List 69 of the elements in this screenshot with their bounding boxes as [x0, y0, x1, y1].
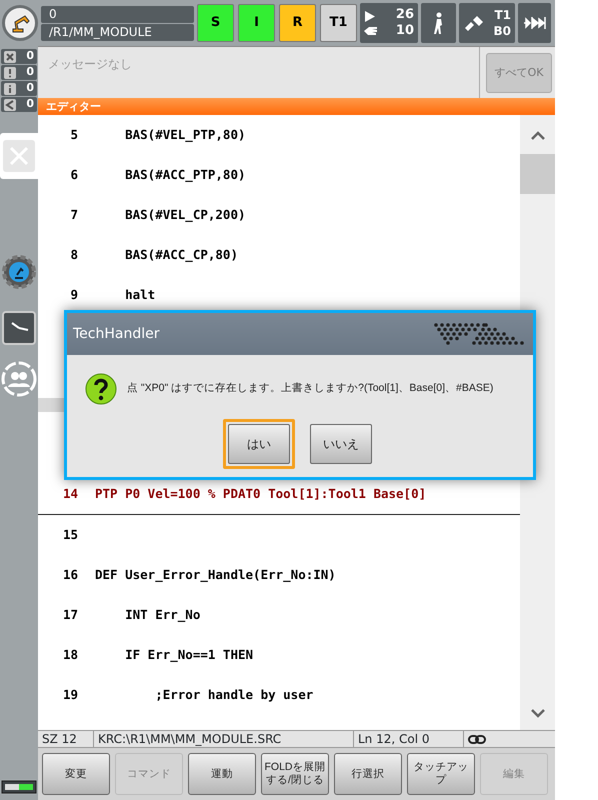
line-number: 18	[62, 646, 78, 664]
error-icon	[4, 50, 16, 62]
link-icon	[468, 734, 486, 744]
clock-icon[interactable]	[2, 311, 36, 345]
editor-title: エディター	[38, 98, 555, 115]
size-status: SZ 12	[38, 731, 94, 747]
override-panel[interactable]: 26 10	[360, 3, 418, 43]
code-line: ;Error handle by user	[154, 686, 314, 704]
program-path-field: /R1/MM_MODULE	[41, 24, 194, 40]
dialog-button[interactable]: いいえ	[310, 424, 372, 464]
code-line: halt	[124, 286, 156, 304]
dialog-button[interactable]: はい	[228, 424, 290, 464]
close-icon	[3, 140, 35, 172]
code-line: BAS(#VEL_PTP,80)	[124, 126, 246, 144]
status-button[interactable]: I	[238, 4, 275, 42]
message-counter[interactable]: 0	[1, 97, 37, 112]
line-number: 14	[62, 485, 78, 504]
line-number: 16	[62, 566, 78, 584]
warning-icon	[4, 66, 16, 78]
info-icon	[4, 82, 16, 94]
question-icon	[85, 373, 117, 405]
code-line: INT Err_No	[124, 606, 200, 624]
softkey-button[interactable]: 変更	[42, 753, 110, 795]
code-line: BAS(#ACC_PTP,80)	[124, 166, 246, 184]
jog-override-value: 10	[396, 23, 414, 39]
code-line: DEF User_Error_Handle(Err_No:IN)	[95, 566, 336, 584]
robot-gear-icon[interactable]	[2, 255, 36, 289]
softkey-button[interactable]: 運動	[188, 753, 256, 795]
tool-value: T1	[494, 7, 511, 23]
softkey-button[interactable]: FOLDを展開する/閉じる	[261, 753, 329, 795]
message-counter[interactable]: 0	[1, 49, 37, 64]
message-counter[interactable]: 0	[1, 65, 37, 80]
line-number: 15	[62, 526, 78, 544]
status-button[interactable]: S	[197, 4, 234, 42]
tool-icon	[463, 14, 485, 32]
scroll-up-icon[interactable]	[530, 131, 544, 140]
run-mode-button[interactable]	[518, 3, 551, 43]
line-number: 19	[62, 686, 78, 704]
message-counter[interactable]: 0	[1, 81, 37, 96]
cursor-position-status: Ln 12, Col 0	[354, 731, 464, 747]
dialog-message: 点 "XP0" はすでに存在します。上書きしますか?(Tool[1]、Base[0]、#BASE)	[127, 381, 494, 396]
line-number: 7	[69, 206, 78, 224]
dialog-title: TechHandler	[73, 324, 160, 344]
scroll-thumb[interactable]	[520, 154, 555, 194]
softkey-button[interactable]: タッチアップ	[407, 753, 475, 795]
tool-base-panel[interactable]: T1 B0	[459, 3, 515, 43]
step-icon	[524, 17, 546, 29]
line-number: 5	[69, 126, 78, 144]
play-icon	[364, 10, 375, 22]
walk-mode-button[interactable]	[421, 3, 456, 43]
line-number: 9	[69, 286, 78, 304]
code-line: BAS(#ACC_CP,80)	[124, 246, 238, 264]
program-counter-field: 0	[41, 6, 194, 22]
base-value: B0	[494, 23, 511, 39]
status-button[interactable]: T1	[320, 4, 357, 42]
line-number: 17	[62, 606, 78, 624]
dots-icon	[432, 322, 527, 346]
wait-icon	[4, 98, 16, 110]
file-path-status: KRC:\R1\MM\MM_MODULE.SRC	[94, 731, 354, 747]
code-line: IF Err_No==1 THEN	[124, 646, 254, 664]
program-override-value: 26	[396, 7, 414, 23]
code-line: PTP P0 Vel=100 % PDAT0 Tool[1]:Tool1 Base[0]	[95, 485, 426, 504]
line-number: 6	[69, 166, 78, 184]
softkey-button[interactable]: 行選択	[334, 753, 402, 795]
scroll-down-icon[interactable]	[530, 709, 544, 718]
line-number: 8	[69, 246, 78, 264]
status-button[interactable]: R	[279, 4, 316, 42]
robot-logo-icon[interactable]	[2, 5, 38, 41]
code-line: BAS(#VEL_CP,200)	[124, 206, 246, 224]
